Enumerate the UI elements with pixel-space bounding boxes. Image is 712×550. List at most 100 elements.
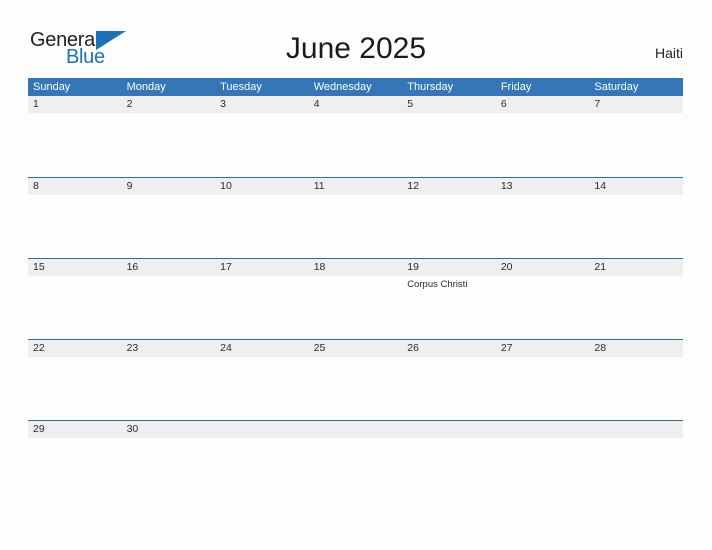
- week-row: 15 16 17 18 19 Corpus Christi 20 21: [28, 258, 683, 339]
- day-number: 21: [589, 259, 683, 276]
- day-number: [495, 421, 590, 438]
- day-cell[interactable]: 23: [121, 340, 216, 420]
- day-events: [309, 357, 403, 360]
- day-cell-empty: [402, 421, 496, 501]
- day-cell[interactable]: 11: [308, 178, 403, 258]
- day-events: [496, 438, 590, 441]
- day-cell[interactable]: 12: [402, 178, 496, 258]
- day-events: [215, 113, 309, 116]
- day-number: 22: [28, 340, 122, 357]
- day-events: [589, 113, 683, 116]
- day-number: 11: [308, 178, 403, 195]
- day-number: 6: [495, 96, 590, 113]
- day-cell[interactable]: 14: [589, 178, 683, 258]
- day-events: [402, 113, 496, 116]
- day-events: [309, 113, 403, 116]
- day-number: 29: [28, 421, 122, 438]
- weekday-friday: Friday: [500, 81, 532, 93]
- week-row: 22 23 24 25 26 27 28: [28, 339, 683, 420]
- day-number: 30: [121, 421, 216, 438]
- day-cell[interactable]: 27: [495, 340, 590, 420]
- day-cell[interactable]: 6: [495, 96, 590, 176]
- day-events: [309, 276, 403, 279]
- day-cell[interactable]: 29: [28, 421, 122, 501]
- day-events: [309, 438, 403, 441]
- day-cell[interactable]: 24: [215, 340, 309, 420]
- day-number: [402, 421, 496, 438]
- day-cell[interactable]: 9: [121, 178, 216, 258]
- day-number: 4: [308, 96, 403, 113]
- general-blue-logo[interactable]: General Blue: [30, 29, 140, 71]
- weekday-wednesday: Wednesday: [313, 81, 372, 93]
- day-cell[interactable]: 13: [495, 178, 590, 258]
- day-number: 1: [28, 96, 122, 113]
- day-number: [589, 421, 683, 438]
- day-cell[interactable]: 26: [402, 340, 496, 420]
- day-cell-empty: [495, 421, 590, 501]
- day-events: [496, 195, 590, 198]
- day-events: [402, 195, 496, 198]
- day-cell[interactable]: 5: [402, 96, 496, 176]
- day-events: [589, 438, 683, 441]
- day-number: 16: [121, 259, 216, 276]
- day-events: [589, 195, 683, 198]
- day-cell[interactable]: 1: [28, 96, 122, 176]
- day-cell[interactable]: 22: [28, 340, 122, 420]
- day-number: 13: [495, 178, 590, 195]
- day-cell[interactable]: 4: [308, 96, 403, 176]
- day-cell[interactable]: 21: [589, 259, 683, 339]
- day-events: [496, 357, 590, 360]
- day-number: 23: [121, 340, 216, 357]
- day-events: [28, 113, 122, 116]
- day-cell[interactable]: 15: [28, 259, 122, 339]
- day-events: [215, 438, 309, 441]
- week-row: 1 2 3 4 5 6 7: [28, 96, 683, 177]
- weekday-sunday: Sunday: [33, 81, 71, 93]
- day-cell[interactable]: 10: [215, 178, 309, 258]
- day-events: [402, 357, 496, 360]
- day-number: 15: [28, 259, 122, 276]
- day-events: [28, 438, 122, 441]
- week-row: 29 30: [28, 420, 683, 501]
- day-number: 17: [215, 259, 309, 276]
- day-events: [589, 276, 683, 279]
- week-row: 8 9 10 11 12 13 14: [28, 177, 683, 258]
- day-events: Corpus Christi: [402, 276, 496, 291]
- day-cell[interactable]: 7: [589, 96, 683, 176]
- weekday-monday: Monday: [126, 81, 166, 93]
- day-cell[interactable]: 28: [589, 340, 683, 420]
- day-events: [215, 276, 309, 279]
- day-cell[interactable]: 30: [121, 421, 216, 501]
- logo-text-blue: Blue: [66, 46, 105, 68]
- day-events: [28, 195, 122, 198]
- day-number: 14: [589, 178, 683, 195]
- day-cell[interactable]: 17: [215, 259, 309, 339]
- day-number: 9: [121, 178, 216, 195]
- holiday-label: Corpus Christi: [407, 279, 468, 290]
- day-events: [496, 113, 590, 116]
- day-cell[interactable]: 18: [308, 259, 403, 339]
- day-cell[interactable]: 2: [121, 96, 216, 176]
- day-events: [215, 357, 309, 360]
- day-events: [309, 195, 403, 198]
- day-number: 24: [215, 340, 309, 357]
- day-cell[interactable]: 19 Corpus Christi: [402, 259, 496, 339]
- day-number: 25: [308, 340, 403, 357]
- day-events: [402, 438, 496, 441]
- day-number: 28: [589, 340, 683, 357]
- day-events: [122, 357, 216, 360]
- day-number: 3: [215, 96, 309, 113]
- weekday-header-row: Sunday Monday Tuesday Wednesday Thursday…: [28, 78, 683, 96]
- day-number: [308, 421, 403, 438]
- day-cell[interactable]: 20: [495, 259, 590, 339]
- day-cell[interactable]: 16: [121, 259, 216, 339]
- day-number: 20: [495, 259, 590, 276]
- country-label: Haiti: [654, 45, 683, 61]
- day-events: [496, 276, 590, 279]
- day-cell[interactable]: 8: [28, 178, 122, 258]
- day-events: [122, 113, 216, 116]
- day-number: 8: [28, 178, 122, 195]
- day-cell[interactable]: 25: [308, 340, 403, 420]
- day-events: [28, 357, 122, 360]
- day-cell[interactable]: 3: [215, 96, 309, 176]
